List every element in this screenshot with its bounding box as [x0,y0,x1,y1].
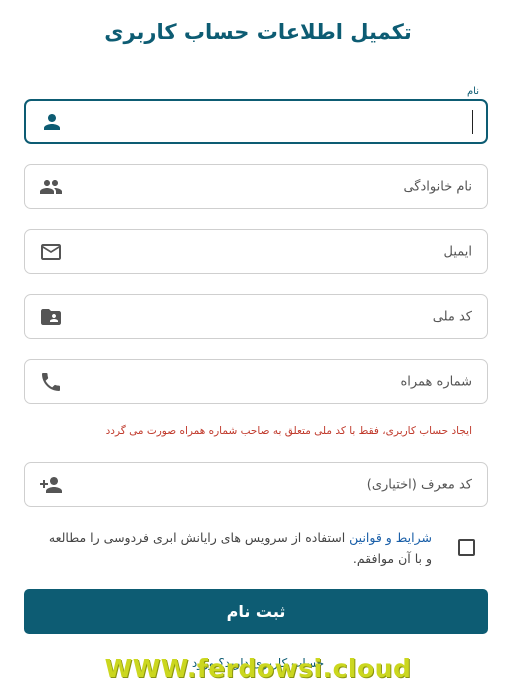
terms-link[interactable]: شرایط و قوانین [349,530,432,545]
first-name-field[interactable] [24,99,488,144]
first-name-label: نام [466,86,479,97]
national-code-warning: ایجاد حساب کاربری، فقط با کد ملی متعلق ب… [105,425,472,437]
person-icon [40,110,64,134]
watermark: WWW.ferdowsi.cloud [104,654,412,683]
mobile-placeholder: شماره همراه [400,374,472,389]
email-field[interactable]: ایمیل [24,229,488,274]
national-code-field[interactable]: کد ملی [24,294,488,339]
last-name-placeholder: نام خانوادگی [403,179,472,194]
national-code-placeholder: کد ملی [432,309,472,324]
mobile-field[interactable]: شماره همراه [24,359,488,404]
mail-icon [39,240,63,264]
page-title: تکمیل اطلاعات حساب کاربری [104,20,412,44]
terms-checkbox[interactable] [458,539,475,556]
email-placeholder: ایمیل [443,244,472,259]
referral-placeholder: کد معرف (اختیاری) [366,477,472,492]
phone-icon [39,370,63,394]
id-card-folder-icon [39,305,63,329]
text-caret [472,110,473,134]
terms-text: شرایط و قوانین استفاده از سرویس های رایا… [42,527,432,569]
last-name-field[interactable]: نام خانوادگی [24,164,488,209]
register-button[interactable]: ثبت نام [24,589,488,634]
referral-code-field[interactable]: کد معرف (اختیاری) [24,462,488,507]
person-add-icon [39,473,63,497]
people-icon [39,175,63,199]
